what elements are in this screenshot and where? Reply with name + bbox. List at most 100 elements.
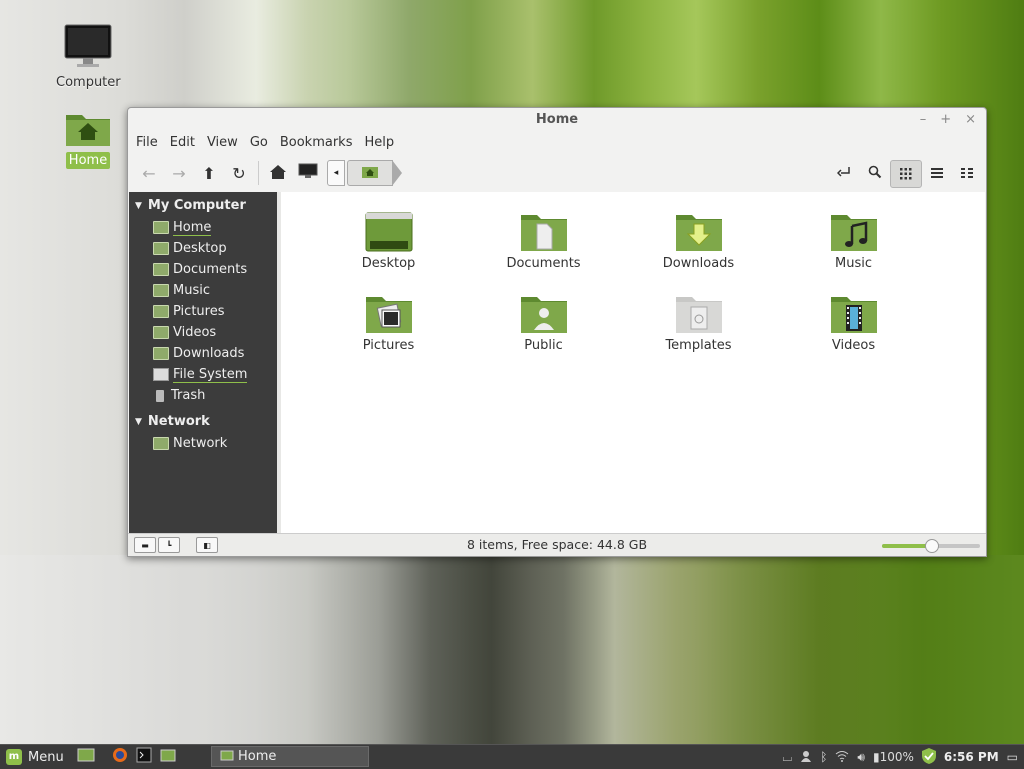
grid-view-icon [900,165,912,184]
zoom-slider-handle[interactable] [925,539,939,553]
sidebar-item-downloads[interactable]: Downloads [129,343,277,364]
sidebar-section-title: Network [147,414,210,429]
sidebar-item-pictures[interactable]: Pictures [129,301,277,322]
menubar: File Edit View Go Bookmarks Help [128,132,986,154]
menu-edit[interactable]: Edit [164,132,201,154]
menu-bookmarks[interactable]: Bookmarks [274,132,359,154]
sidebar-item-documents[interactable]: Documents [129,259,277,280]
breadcrumb-scroll-left[interactable]: ◂ [327,160,345,186]
home-folder-icon [361,165,379,182]
chevron-left-icon: ◂ [333,168,339,178]
up-button[interactable]: ⬆ [194,160,224,186]
file-item-desktop[interactable]: Desktop [311,206,466,271]
minimize-button[interactable]: – [920,108,927,132]
statusbar: ▬ ┗ ◧ 8 items, Free space: 44.8 GB [128,533,986,556]
home-icon [270,164,286,183]
status-text: 8 items, Free space: 44.8 GB [466,537,648,552]
sidebar: ▼ My Computer Home Desktop Documents Mus… [129,192,277,534]
file-item-downloads[interactable]: Downloads [621,206,776,271]
desktop-icon-computer[interactable]: Computer [53,24,123,91]
battery-indicator[interactable]: ▮100% [873,750,914,764]
location-toggle-icon [836,164,853,183]
close-button[interactable]: × [965,108,976,132]
trash-icon [156,389,164,402]
content-area: ▼ My Computer Home Desktop Documents Mus… [129,192,985,534]
drive-icon [153,368,169,381]
arrow-up-icon: ⬆ [202,163,216,183]
sidebar-item-label: Trash [171,387,206,403]
sidebar-section-my-computer[interactable]: ▼ My Computer [129,192,277,217]
sidebar-section-network[interactable]: ▼ Network [129,406,277,433]
sidebar-section-title: My Computer [147,198,246,213]
public-folder-icon [466,288,621,334]
file-item-label: Downloads [662,256,735,271]
system-tray: ⌴ ᛒ 🔊︎ ▮100% 6:56 PM ▭ [783,745,1018,769]
menu-go[interactable]: Go [244,132,274,154]
titlebar[interactable]: Home – + × [128,108,986,132]
maximize-button[interactable]: + [940,108,951,132]
desktop-icon-home[interactable]: Home [53,110,123,169]
search-icon [868,164,882,183]
compact-view-button[interactable] [952,160,982,186]
launcher-firefox[interactable] [110,748,130,766]
file-item-templates[interactable]: Templates [621,288,776,353]
battery-percent: 100% [879,750,914,764]
file-item-videos[interactable]: Videos [776,288,931,353]
list-view-button[interactable] [922,160,952,186]
music-folder-icon [153,284,169,297]
sidebar-item-trash[interactable]: Trash [129,385,277,406]
volume-icon[interactable]: 🔊︎ [857,750,865,765]
file-item-public[interactable]: Public [466,288,621,353]
sidebar-item-file-system[interactable]: File System [129,364,277,385]
toggle-location-button[interactable] [830,160,860,186]
reload-button[interactable]: ↻ [224,160,254,186]
icon-view-button[interactable] [890,160,922,188]
launcher-terminal[interactable] [134,747,154,767]
menu-file[interactable]: File [130,132,164,154]
menu-help[interactable]: Help [358,132,400,154]
menu-view[interactable]: View [201,132,244,154]
forward-button[interactable]: → [164,160,194,186]
user-icon[interactable] [800,750,812,765]
monitor-icon [53,24,123,74]
launcher-show-desktop[interactable] [76,748,96,766]
compact-view-icon [961,164,973,183]
breadcrumb-home[interactable] [347,160,402,186]
sidebar-item-label: Network [173,435,228,451]
file-item-music[interactable]: Music [776,206,931,271]
update-shield-icon[interactable] [921,747,936,767]
sidebar-item-label: Home [173,219,212,236]
menu-button[interactable]: m Menu [0,749,70,765]
file-view: Desktop Documents Downloads Music Pictur… [281,192,985,534]
keyboard-icon[interactable]: ⌴ [783,750,793,765]
pictures-folder-icon [153,305,169,318]
sidebar-item-desktop[interactable]: Desktop [129,238,277,259]
expander-triangle-icon: ▼ [135,416,142,427]
clock[interactable]: 6:56 PM [944,750,999,764]
toolbar: ← → ⬆ ↻ ◂ [128,154,986,192]
task-home-window[interactable]: Home [211,746,369,767]
computer-button[interactable] [293,160,323,186]
sidebar-item-music[interactable]: Music [129,280,277,301]
sidebar-item-network[interactable]: Network [129,433,277,454]
search-button[interactable] [860,160,890,186]
zoom-slider[interactable] [882,539,980,553]
wifi-icon[interactable] [835,750,849,765]
arrow-right-icon: → [172,163,186,183]
file-item-pictures[interactable]: Pictures [311,288,466,353]
show-desktop-tray-icon[interactable]: ▭ [1007,750,1018,764]
sidebar-item-home[interactable]: Home [129,217,277,238]
sidebar-item-videos[interactable]: Videos [129,322,277,343]
window-title: Home [535,112,579,127]
bluetooth-icon[interactable]: ᛒ [820,750,827,764]
file-item-documents[interactable]: Documents [466,206,621,271]
home-button[interactable] [263,160,293,186]
back-button[interactable]: ← [134,160,164,186]
terminal-icon [136,747,152,767]
list-view-icon [931,164,943,183]
file-item-label: Documents [506,256,581,271]
desktop-icon-label: Computer [56,75,121,90]
battery-icon: ▮ [872,750,880,764]
downloads-folder-icon [153,347,169,360]
launcher-files[interactable] [158,748,178,766]
